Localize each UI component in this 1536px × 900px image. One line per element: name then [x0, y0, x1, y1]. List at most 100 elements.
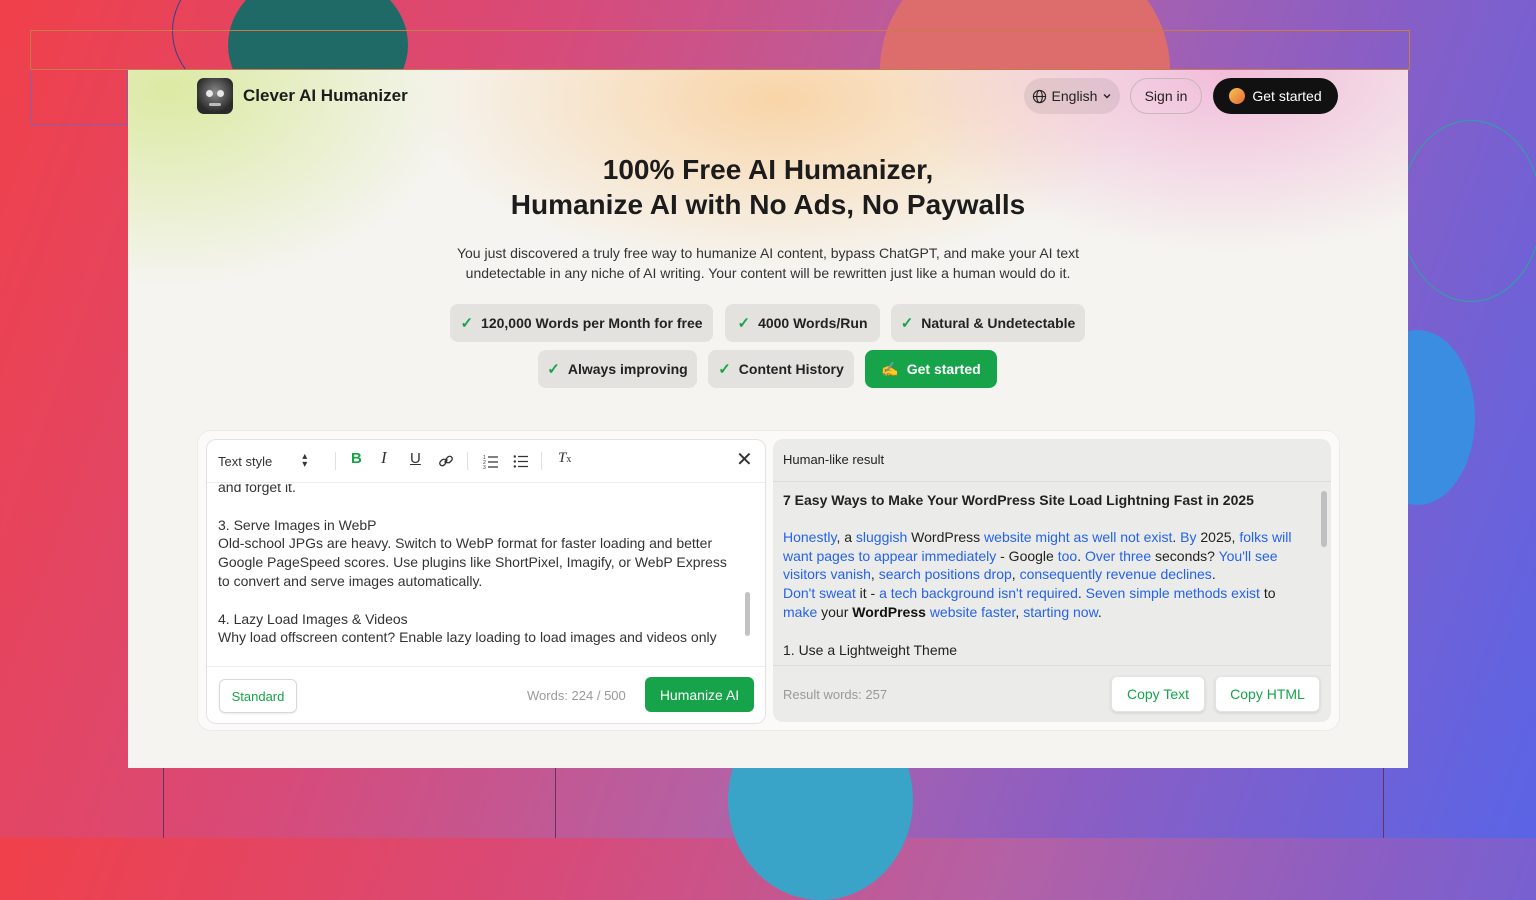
text-style-select[interactable]: Text style ▴ ▾	[218, 451, 308, 470]
result-phrase: - Google	[996, 547, 1058, 564]
background-decoration	[555, 768, 556, 838]
link-icon[interactable]	[438, 453, 454, 469]
result-phrase: ,	[1011, 566, 1020, 583]
chevron-down-icon	[1103, 94, 1111, 99]
editor-paragraph: 3. Serve Images in WebP Old-school JPGs …	[218, 516, 727, 589]
top-nav: Clever AI Humanizer English Sign in Get …	[128, 70, 1408, 122]
editor-paragraph: 4. Lazy Load Images & Videos Why load of…	[218, 610, 717, 646]
logo-icon	[197, 78, 233, 114]
close-icon[interactable]: ✕	[736, 447, 753, 472]
feature-label: Always improving	[567, 361, 688, 377]
humanized-phrase: search positions drop	[878, 566, 1012, 583]
background-decoration	[30, 70, 128, 125]
humanized-phrase: Over three	[1084, 547, 1152, 564]
humanized-phrase: By	[1180, 528, 1197, 545]
page-subtitle: You just discovered a truly free way to …	[456, 245, 1080, 281]
toolbar-divider	[541, 452, 542, 470]
result-phrase: .	[1172, 528, 1181, 545]
feature-chip: ✓ Always improving	[538, 350, 697, 388]
feature-label: 4000 Words/Run	[758, 315, 868, 331]
result-phrase: , a	[836, 528, 856, 545]
italic-icon[interactable]: I	[381, 448, 387, 468]
check-icon: ✓	[737, 315, 751, 332]
editor-text-area[interactable]: and forget it. 3. Serve Images in WebP O…	[218, 484, 738, 659]
title-line-2: Humanize AI with No Ads, No Paywalls	[510, 189, 1026, 220]
bold-icon[interactable]: B	[351, 450, 362, 467]
updown-icon: ▴ ▾	[302, 451, 308, 470]
editor-footer: Standard Words: 224 / 500 Humanize AI	[207, 666, 765, 723]
result-panel: Human-like result 7 Easy Ways to Make Yo…	[773, 439, 1331, 722]
result-text: 7 Easy Ways to Make Your WordPress Site …	[783, 491, 1305, 667]
humanize-ai-button[interactable]: Humanize AI	[645, 677, 754, 712]
app-window: Clever AI Humanizer English Sign in Get …	[128, 70, 1408, 768]
language-label: English	[1051, 88, 1098, 104]
editor-scrollbar[interactable]	[745, 592, 750, 636]
get-started-label: Get started	[1252, 88, 1322, 104]
toolbar-divider	[467, 452, 468, 470]
result-footer: Result words: 257 Copy Text Copy HTML	[773, 665, 1331, 722]
feature-chip: ✓ 4000 Words/Run	[725, 304, 880, 342]
result-word-count: Result words: 257	[783, 687, 888, 702]
bullet-list-icon[interactable]	[513, 453, 529, 469]
language-selector[interactable]: English	[1024, 78, 1120, 114]
copy-html-button[interactable]: Copy HTML	[1215, 676, 1320, 712]
result-phrase: 2025,	[1196, 528, 1240, 545]
word-count: Words: 224 / 500	[527, 688, 626, 703]
result-title: 7 Easy Ways to Make Your WordPress Site …	[783, 492, 1254, 508]
writing-hand-icon: ✍️	[881, 360, 899, 377]
humanized-phrase: Honestly	[783, 528, 837, 545]
humanized-phrase: sluggish	[855, 528, 908, 545]
ordered-list-icon[interactable]: 123	[483, 453, 499, 469]
feature-chip: ✓ 120,000 Words per Month for free	[450, 304, 713, 342]
humanized-phrase: a tech background isn't required	[879, 585, 1078, 602]
result-scrollbar[interactable]	[1321, 491, 1327, 547]
result-phrase: .	[1077, 547, 1085, 564]
cta-label: Get started	[906, 361, 981, 377]
text-style-label: Text style	[218, 453, 273, 469]
sign-in-button[interactable]: Sign in	[1130, 78, 1202, 114]
editor-toolbar: Text style ▴ ▾ B I U 123 Tx ✕	[207, 440, 765, 483]
result-phrase: WordPress	[907, 528, 985, 545]
brand-name: Clever AI Humanizer	[243, 86, 408, 105]
copy-text-button[interactable]: Copy Text	[1111, 676, 1205, 712]
feature-chip: ✓ Natural & Undetectable	[891, 304, 1085, 342]
humanized-phrase: make	[783, 603, 818, 620]
background-decoration	[1400, 120, 1536, 302]
mode-standard-button[interactable]: Standard	[219, 679, 297, 713]
underline-icon[interactable]: U	[410, 450, 421, 467]
clear-format-icon[interactable]: Tx	[558, 450, 571, 467]
get-started-button[interactable]: Get started	[1213, 78, 1338, 114]
get-started-cta-button[interactable]: ✍️ Get started	[865, 350, 997, 388]
background-decoration	[30, 30, 1410, 70]
toolbar-divider	[335, 452, 336, 470]
rocket-icon	[1229, 88, 1246, 104]
check-icon: ✓	[718, 361, 731, 378]
result-phrase: WordPress	[852, 603, 926, 620]
result-phrase: to	[1259, 585, 1276, 602]
check-icon: ✓	[460, 315, 474, 332]
humanized-phrase: too	[1057, 547, 1078, 564]
result-header: Human-like result	[773, 439, 1331, 482]
result-phrase: it -	[855, 585, 880, 602]
feature-label: Content History	[738, 361, 844, 377]
brand-logo-link[interactable]: Clever AI Humanizer	[197, 78, 408, 114]
input-editor: Text style ▴ ▾ B I U 123 Tx ✕ and forget …	[206, 439, 766, 724]
check-icon: ✓	[900, 315, 914, 332]
editor-paragraph: and forget it.	[218, 484, 296, 495]
humanized-phrase: website might as well not exist	[984, 528, 1173, 545]
result-phrase: ,	[870, 566, 879, 583]
result-subheading: 1. Use a Lightweight Theme	[783, 641, 958, 658]
feature-label: Natural & Undetectable	[921, 315, 1076, 331]
feature-label: 120,000 Words per Month for free	[481, 315, 703, 331]
background-decoration	[163, 768, 164, 838]
humanizer-workspace: Text style ▴ ▾ B I U 123 Tx ✕ and forget …	[197, 430, 1340, 731]
humanized-phrase: Seven simple methods exist	[1085, 585, 1260, 602]
humanized-phrase: website faster	[929, 603, 1016, 620]
result-phrase: .	[1097, 603, 1102, 620]
result-phrase: .	[1211, 566, 1216, 583]
humanized-phrase: starting now	[1023, 603, 1098, 620]
svg-text:3: 3	[483, 465, 486, 469]
result-phrase: seconds?	[1151, 547, 1219, 564]
check-icon: ✓	[547, 361, 560, 378]
feature-chip: ✓ Content History	[708, 350, 854, 388]
